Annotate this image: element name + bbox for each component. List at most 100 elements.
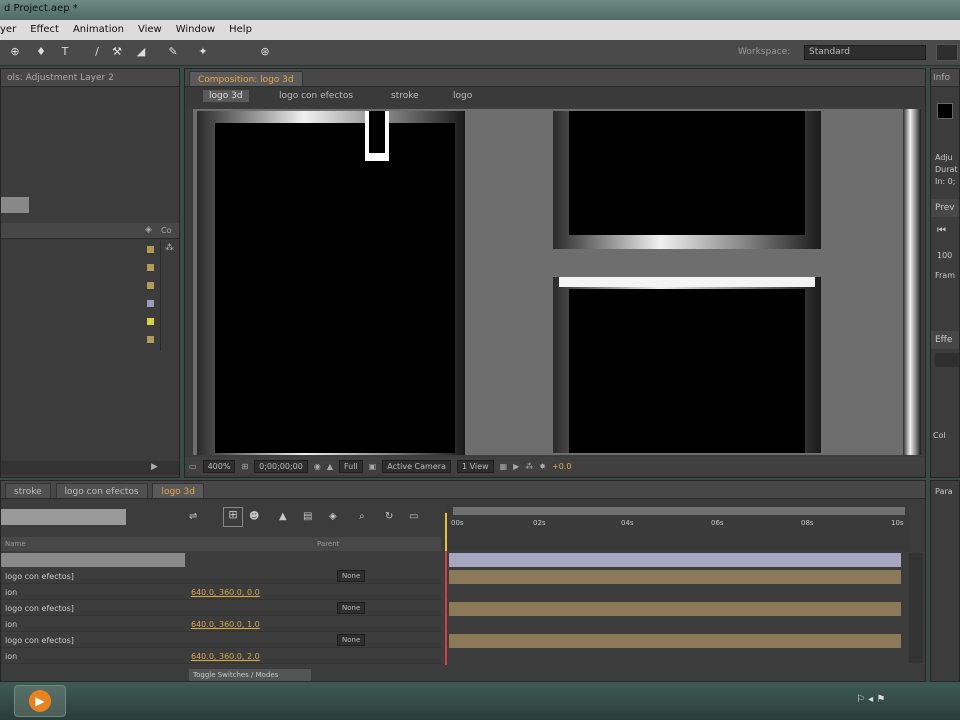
eraser-icon[interactable]: ◢ (134, 45, 148, 59)
project-panel: ols: Adjustment Layer 2 ◈ Co ⁂ ▶ (0, 68, 180, 478)
frame-blending-icon[interactable]: ▲ (279, 511, 287, 522)
logo-bottom-highlight (559, 277, 815, 287)
timeline-row[interactable]: ion 640.0, 360.0, 2.0 (1, 649, 441, 664)
parent-dropdown[interactable]: None (337, 602, 366, 614)
type-tool-icon[interactable]: T (58, 45, 72, 59)
ruler-mark: 02s (533, 519, 546, 527)
exposure-icon[interactable]: ✸ (539, 462, 546, 471)
menu-effect[interactable]: Effect (30, 24, 59, 40)
breadcrumb-stroke[interactable]: stroke (391, 91, 419, 101)
timeline-row[interactable]: logo con efectos] None (1, 633, 441, 648)
scroll-right-icon[interactable]: ▶ (151, 462, 158, 472)
ruler-mark: 04s (621, 519, 634, 527)
tray-icons[interactable]: ⚐ ◂ ⚑ (856, 694, 885, 705)
ruler-mark: 08s (801, 519, 814, 527)
flowchart-icon[interactable]: ⁂ (165, 243, 174, 253)
clone-stamp-icon[interactable]: ⚒ (110, 45, 124, 59)
logo-notch (369, 111, 385, 153)
timeline-search-field[interactable] (1, 509, 126, 525)
comp-mini-flowchart-icon[interactable]: ⇌ (189, 511, 197, 522)
work-area-bar[interactable] (453, 507, 905, 515)
menu-window[interactable]: Window (176, 24, 215, 40)
toggle-label: Toggle Switches / Modes (193, 671, 279, 679)
preview-title: Prev (935, 203, 955, 213)
composition-viewer[interactable] (193, 109, 921, 455)
timeline-scrollbar[interactable] (909, 553, 923, 663)
region-of-interest-icon[interactable]: ▣ (369, 462, 377, 471)
toggle-pixel-icon[interactable]: ▦ (500, 462, 508, 471)
toggle-switches-modes-button[interactable]: Toggle Switches / Modes (189, 669, 311, 681)
window-title-bar: d Project.aep * (0, 0, 960, 20)
paragraph-title: Para (935, 487, 953, 496)
workspace-label: Workspace: (738, 47, 791, 57)
timeline-tab-logo-3d[interactable]: logo 3d (152, 483, 204, 498)
position-value[interactable]: 640.0, 360.0, 0.0 (191, 588, 260, 597)
effects-title: Effe (935, 335, 953, 345)
project-list[interactable] (1, 241, 161, 351)
info-panel-title: Info (933, 73, 951, 83)
search-help-icon[interactable] (936, 44, 958, 61)
motion-blur-icon[interactable]: ▤ (303, 511, 312, 522)
roto-brush-icon[interactable]: ✎ (166, 45, 180, 59)
snapshot-icon[interactable]: ◉ (314, 462, 321, 471)
puppet-pin-icon[interactable]: ✦ (196, 45, 210, 59)
timeline-row[interactable]: ion 640.0, 360.0, 0.0 (1, 585, 441, 600)
media-player-taskbar-button[interactable]: ▶ (14, 685, 66, 717)
menu-view[interactable]: View (138, 24, 162, 40)
info-panel-header: Info (931, 69, 959, 87)
resolution-dropdown[interactable]: Full (339, 459, 363, 473)
pen-icon[interactable]: ♦ (34, 45, 48, 59)
breadcrumb-logo-con-efectos[interactable]: logo con efectos (279, 91, 353, 101)
parent-dropdown[interactable]: None (337, 570, 366, 582)
timeline-row[interactable]: logo con efectos] None (1, 601, 441, 616)
pan-behind-icon[interactable]: ⊕ (8, 45, 22, 59)
timeline-tab-stroke[interactable]: stroke (5, 483, 51, 498)
zoom-dropdown[interactable]: 400% (202, 459, 236, 473)
position-value[interactable]: 640.0, 360.0, 2.0 (191, 652, 260, 661)
camera-dropdown[interactable]: Active Camera (382, 459, 451, 473)
workspace-dropdown[interactable]: Standard (804, 45, 926, 60)
label-swatch (147, 246, 154, 253)
project-search-field[interactable] (1, 197, 29, 213)
timecode-display[interactable]: 0;00;00;00 (254, 459, 308, 473)
effects-category[interactable]: Col (933, 431, 946, 440)
view-layout-dropdown[interactable]: 1 View (456, 459, 494, 473)
layer-name: logo con efectos] (5, 604, 74, 613)
show-channel-icon[interactable]: ▲ (327, 462, 333, 471)
fast-previews-icon[interactable]: ▶ (513, 462, 519, 471)
project-footer: ▶ (1, 461, 179, 475)
draft-3d-icon[interactable]: ⊞ (223, 507, 243, 527)
first-frame-icon[interactable]: ⏮ (937, 225, 946, 236)
menu-layer[interactable]: yer (0, 24, 16, 40)
exposure-value[interactable]: +0.0 (552, 462, 571, 471)
current-time-indicator[interactable] (445, 513, 453, 551)
composition-tab[interactable]: Composition: logo 3d (189, 71, 303, 86)
graph-editor-icon[interactable]: ⌕ (359, 511, 365, 522)
timeline-tab-logo-con-efectos[interactable]: logo con efectos (55, 483, 148, 498)
local-axis-icon[interactable]: ⊛ (258, 45, 272, 59)
selected-layer-bar[interactable] (449, 553, 901, 567)
brainstorm-icon[interactable]: ◈ (329, 511, 337, 522)
layer-duration-bar[interactable] (449, 570, 901, 584)
playhead-line (445, 551, 447, 665)
selected-layer-row[interactable] (1, 553, 185, 567)
safe-zones-icon[interactable]: ⊞ (241, 462, 248, 471)
brush-icon[interactable]: / (90, 45, 104, 59)
magnification-icon[interactable]: ▭ (189, 462, 197, 471)
layer-duration-bar[interactable] (449, 634, 901, 648)
menu-help[interactable]: Help (229, 24, 252, 40)
timeline-row[interactable]: ion 640.0, 360.0, 1.0 (1, 617, 441, 632)
time-ruler[interactable]: 00s 02s 04s 06s 08s 10s (445, 503, 909, 551)
hide-shy-icon[interactable]: ☻ (249, 511, 259, 522)
position-value[interactable]: 640.0, 360.0, 1.0 (191, 620, 260, 629)
flowchart-view-icon[interactable]: ⁂ (525, 462, 533, 471)
parent-dropdown[interactable]: None (337, 634, 366, 646)
effects-search-field[interactable] (935, 353, 959, 367)
breadcrumb-logo-3d[interactable]: logo 3d (203, 90, 249, 102)
breadcrumb-logo[interactable]: logo (453, 91, 472, 101)
layer-duration-bar[interactable] (449, 602, 901, 616)
menu-animation[interactable]: Animation (73, 24, 124, 40)
timeline-row[interactable]: logo con efectos] None (1, 569, 441, 584)
comment-icon[interactable]: ▭ (409, 511, 418, 522)
live-update-icon[interactable]: ↻ (385, 511, 393, 522)
